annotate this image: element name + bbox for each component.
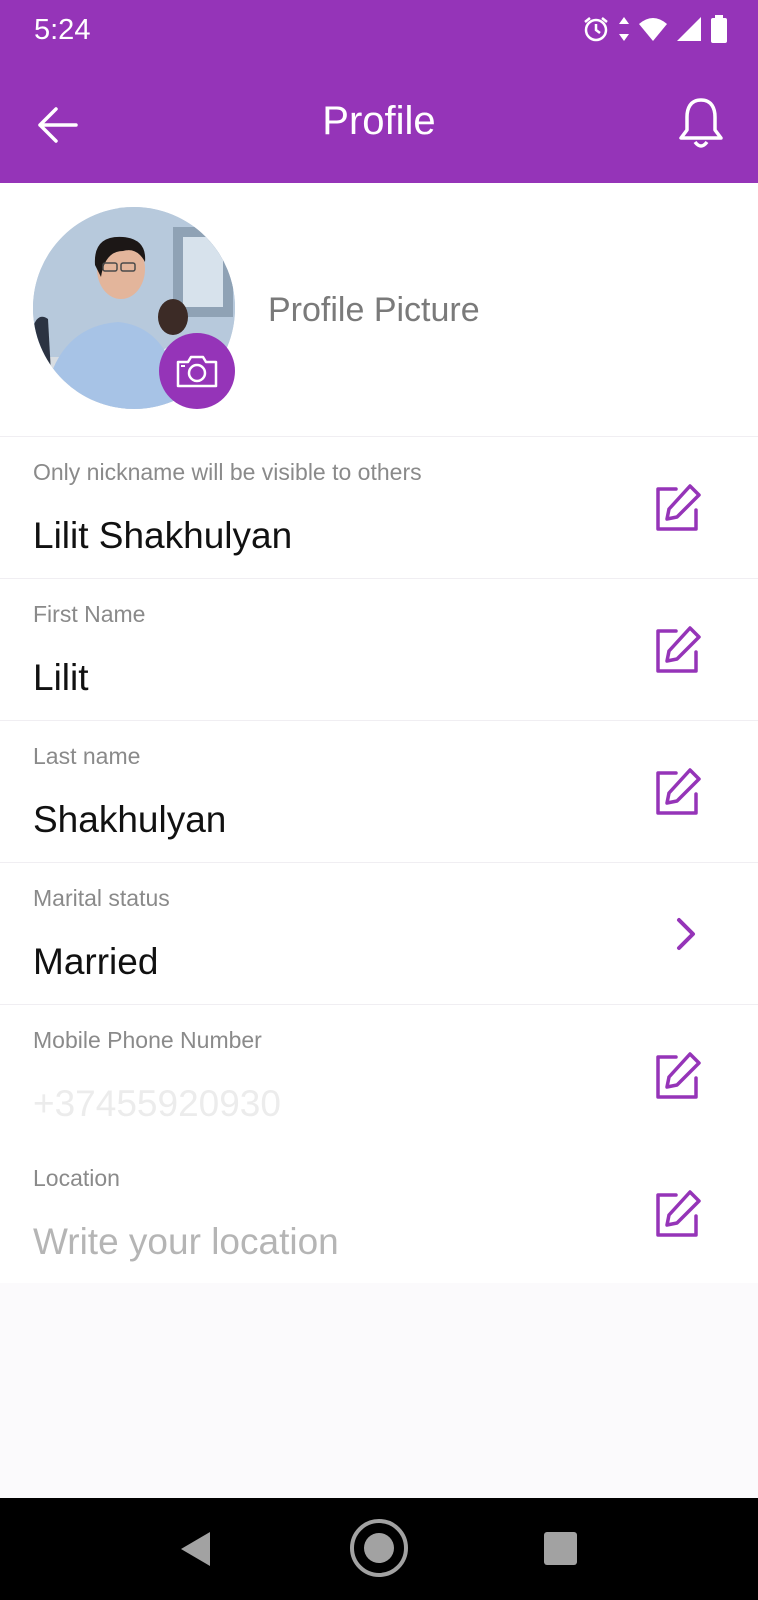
edit-icon (656, 626, 701, 673)
marital-status-row[interactable]: Marital status Married (0, 862, 758, 1004)
field-value: +37455920930 (33, 1083, 281, 1124)
first-name-row[interactable]: First Name Lilit (0, 578, 758, 720)
status-icons (582, 15, 728, 43)
edit-nickname-button[interactable] (652, 483, 702, 533)
mobile-phone-row[interactable]: Mobile Phone Number +37455920930 (0, 1004, 758, 1146)
change-photo-button[interactable] (159, 333, 235, 409)
field-value: Lilit Shakhulyan (33, 515, 293, 556)
field-label: Mobile Phone Number (33, 1027, 262, 1053)
field-label: Only nickname will be visible to others (33, 459, 422, 485)
signal-icon (677, 17, 701, 41)
app-bar: Profile (0, 63, 758, 183)
marital-status-chevron[interactable] (674, 916, 698, 952)
edit-icon (656, 768, 701, 815)
nav-back-button[interactable] (178, 1530, 212, 1573)
status-bar: 5:24 (0, 0, 758, 63)
bell-icon (679, 98, 723, 148)
field-value: Lilit (33, 657, 89, 698)
alarm-icon (584, 17, 608, 42)
nav-home-icon (350, 1519, 408, 1577)
edit-location-button[interactable] (652, 1189, 702, 1239)
profile-content: Profile Picture Only nickname will be vi… (0, 183, 758, 1283)
status-time: 5:24 (34, 14, 91, 46)
nav-home-button[interactable] (349, 1518, 409, 1583)
wifi-icon (639, 18, 667, 41)
field-value: Married (33, 941, 159, 982)
edit-icon (656, 1052, 701, 1099)
nav-back-icon (181, 1532, 210, 1566)
field-label: First Name (33, 601, 146, 627)
location-row[interactable]: Location Write your location (0, 1143, 758, 1284)
chevron-right-icon (677, 918, 695, 950)
profile-picture-label: Profile Picture (268, 291, 480, 329)
camera-icon (176, 355, 218, 388)
location-input[interactable]: Write your location (33, 1221, 339, 1263)
edit-first-name-button[interactable] (652, 625, 702, 675)
system-nav-bar (0, 1498, 758, 1600)
last-name-row[interactable]: Last name Shakhulyan (0, 720, 758, 862)
profile-picture-section[interactable] (33, 207, 235, 409)
nav-recents-icon[interactable] (544, 1532, 577, 1565)
edit-icon (656, 1190, 701, 1237)
field-value: Shakhulyan (33, 799, 227, 840)
edit-icon (656, 484, 701, 531)
field-label: Location (33, 1165, 120, 1191)
field-label: Last name (33, 743, 141, 769)
page-title: Profile (322, 99, 436, 143)
battery-icon (711, 15, 727, 43)
nickname-row[interactable]: Only nickname will be visible to others … (0, 436, 758, 578)
data-arrows-icon (619, 17, 629, 41)
edit-last-name-button[interactable] (652, 767, 702, 817)
edit-mobile-phone-button[interactable] (652, 1051, 702, 1101)
field-label: Marital status (33, 885, 170, 911)
notifications-button[interactable] (678, 96, 724, 150)
